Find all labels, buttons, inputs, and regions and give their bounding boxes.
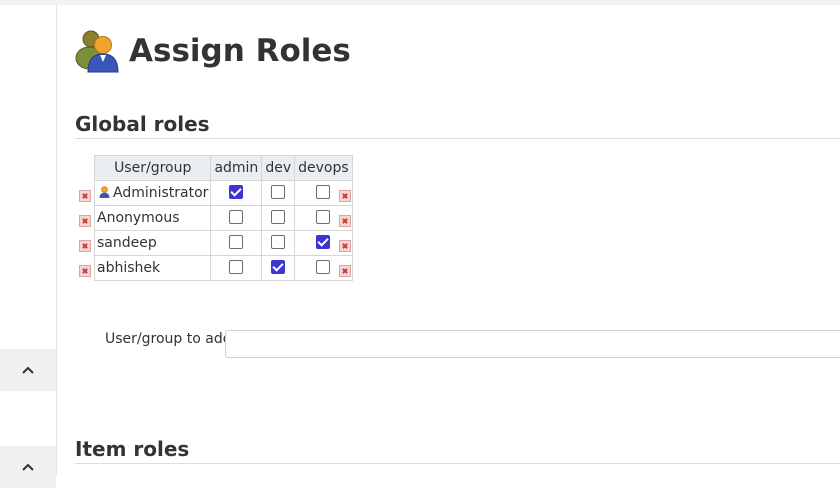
role-checkbox-administrator-dev[interactable] bbox=[271, 185, 286, 199]
table-row: abhishek bbox=[93, 255, 353, 281]
delete-row-anonymous-right-icon[interactable] bbox=[339, 215, 351, 227]
item-roles-heading: Item roles bbox=[75, 437, 190, 461]
user-cell: Administrator bbox=[93, 180, 212, 206]
user-cell: Anonymous bbox=[93, 205, 212, 231]
global-roles-table: User/group admin dev devops Administrato… bbox=[93, 155, 353, 281]
role-cell-admin bbox=[210, 205, 263, 231]
column-header-admin: admin bbox=[210, 155, 263, 181]
role-cell-admin bbox=[210, 230, 263, 256]
sidebar-collapse-button-2[interactable] bbox=[0, 446, 56, 488]
user-cell: sandeep bbox=[93, 230, 212, 256]
delete-row-administrator-right-icon[interactable] bbox=[339, 190, 351, 202]
role-cell-dev bbox=[261, 255, 296, 281]
global-roles-heading: Global roles bbox=[75, 112, 210, 136]
users-icon bbox=[75, 30, 119, 73]
role-checkbox-anonymous-dev[interactable] bbox=[271, 210, 286, 224]
role-checkbox-abhishek-dev[interactable] bbox=[271, 260, 286, 274]
role-checkbox-abhishek-admin[interactable] bbox=[229, 260, 244, 274]
table-row: Anonymous bbox=[93, 205, 353, 231]
sidebar-collapse-button-1[interactable] bbox=[0, 349, 56, 391]
role-cell-dev bbox=[261, 205, 296, 231]
sidebar bbox=[0, 5, 57, 488]
user-group-to-add-input[interactable] bbox=[225, 330, 840, 358]
column-header-dev: dev bbox=[261, 155, 296, 181]
column-header-devops: devops bbox=[294, 155, 353, 181]
user-icon bbox=[99, 186, 110, 198]
page-header: Assign Roles bbox=[75, 28, 351, 74]
delete-row-sandeep-icon[interactable] bbox=[79, 240, 91, 252]
role-checkbox-anonymous-devops[interactable] bbox=[316, 210, 331, 224]
user-name: Administrator bbox=[113, 185, 209, 201]
role-checkbox-sandeep-admin[interactable] bbox=[229, 235, 244, 249]
table-row: Administrator bbox=[93, 180, 353, 206]
chevron-up-icon bbox=[22, 463, 34, 471]
role-checkbox-anonymous-admin[interactable] bbox=[229, 210, 244, 224]
role-cell-dev bbox=[261, 230, 296, 256]
table-row: sandeep bbox=[93, 230, 353, 256]
table-header-row: User/group admin dev devops bbox=[93, 155, 353, 181]
user-name: abhishek bbox=[97, 260, 161, 276]
role-cell-dev bbox=[261, 180, 296, 206]
role-cell-admin bbox=[210, 180, 263, 206]
role-checkbox-sandeep-devops[interactable] bbox=[316, 235, 331, 249]
role-checkbox-administrator-admin[interactable] bbox=[229, 185, 244, 199]
delete-row-sandeep-right-icon[interactable] bbox=[339, 240, 351, 252]
user-cell: abhishek bbox=[93, 255, 212, 281]
page-title: Assign Roles bbox=[129, 33, 351, 69]
delete-row-anonymous-icon[interactable] bbox=[79, 215, 91, 227]
chevron-up-icon bbox=[22, 366, 34, 374]
user-name: sandeep bbox=[97, 235, 157, 251]
role-checkbox-administrator-devops[interactable] bbox=[316, 185, 331, 199]
main-content: Assign Roles Global roles User/group adm… bbox=[75, 0, 840, 476]
role-cell-admin bbox=[210, 255, 263, 281]
divider bbox=[75, 138, 840, 139]
role-checkbox-sandeep-dev[interactable] bbox=[271, 235, 286, 249]
user-name: Anonymous bbox=[97, 210, 180, 226]
delete-row-abhishek-right-icon[interactable] bbox=[339, 265, 351, 277]
divider bbox=[75, 463, 840, 464]
delete-row-abhishek-icon[interactable] bbox=[79, 265, 91, 277]
delete-row-administrator-icon[interactable] bbox=[79, 190, 91, 202]
column-header-user-group: User/group bbox=[93, 155, 212, 181]
role-checkbox-abhishek-devops[interactable] bbox=[316, 260, 331, 274]
user-group-to-add-label: User/group to add bbox=[105, 331, 232, 347]
